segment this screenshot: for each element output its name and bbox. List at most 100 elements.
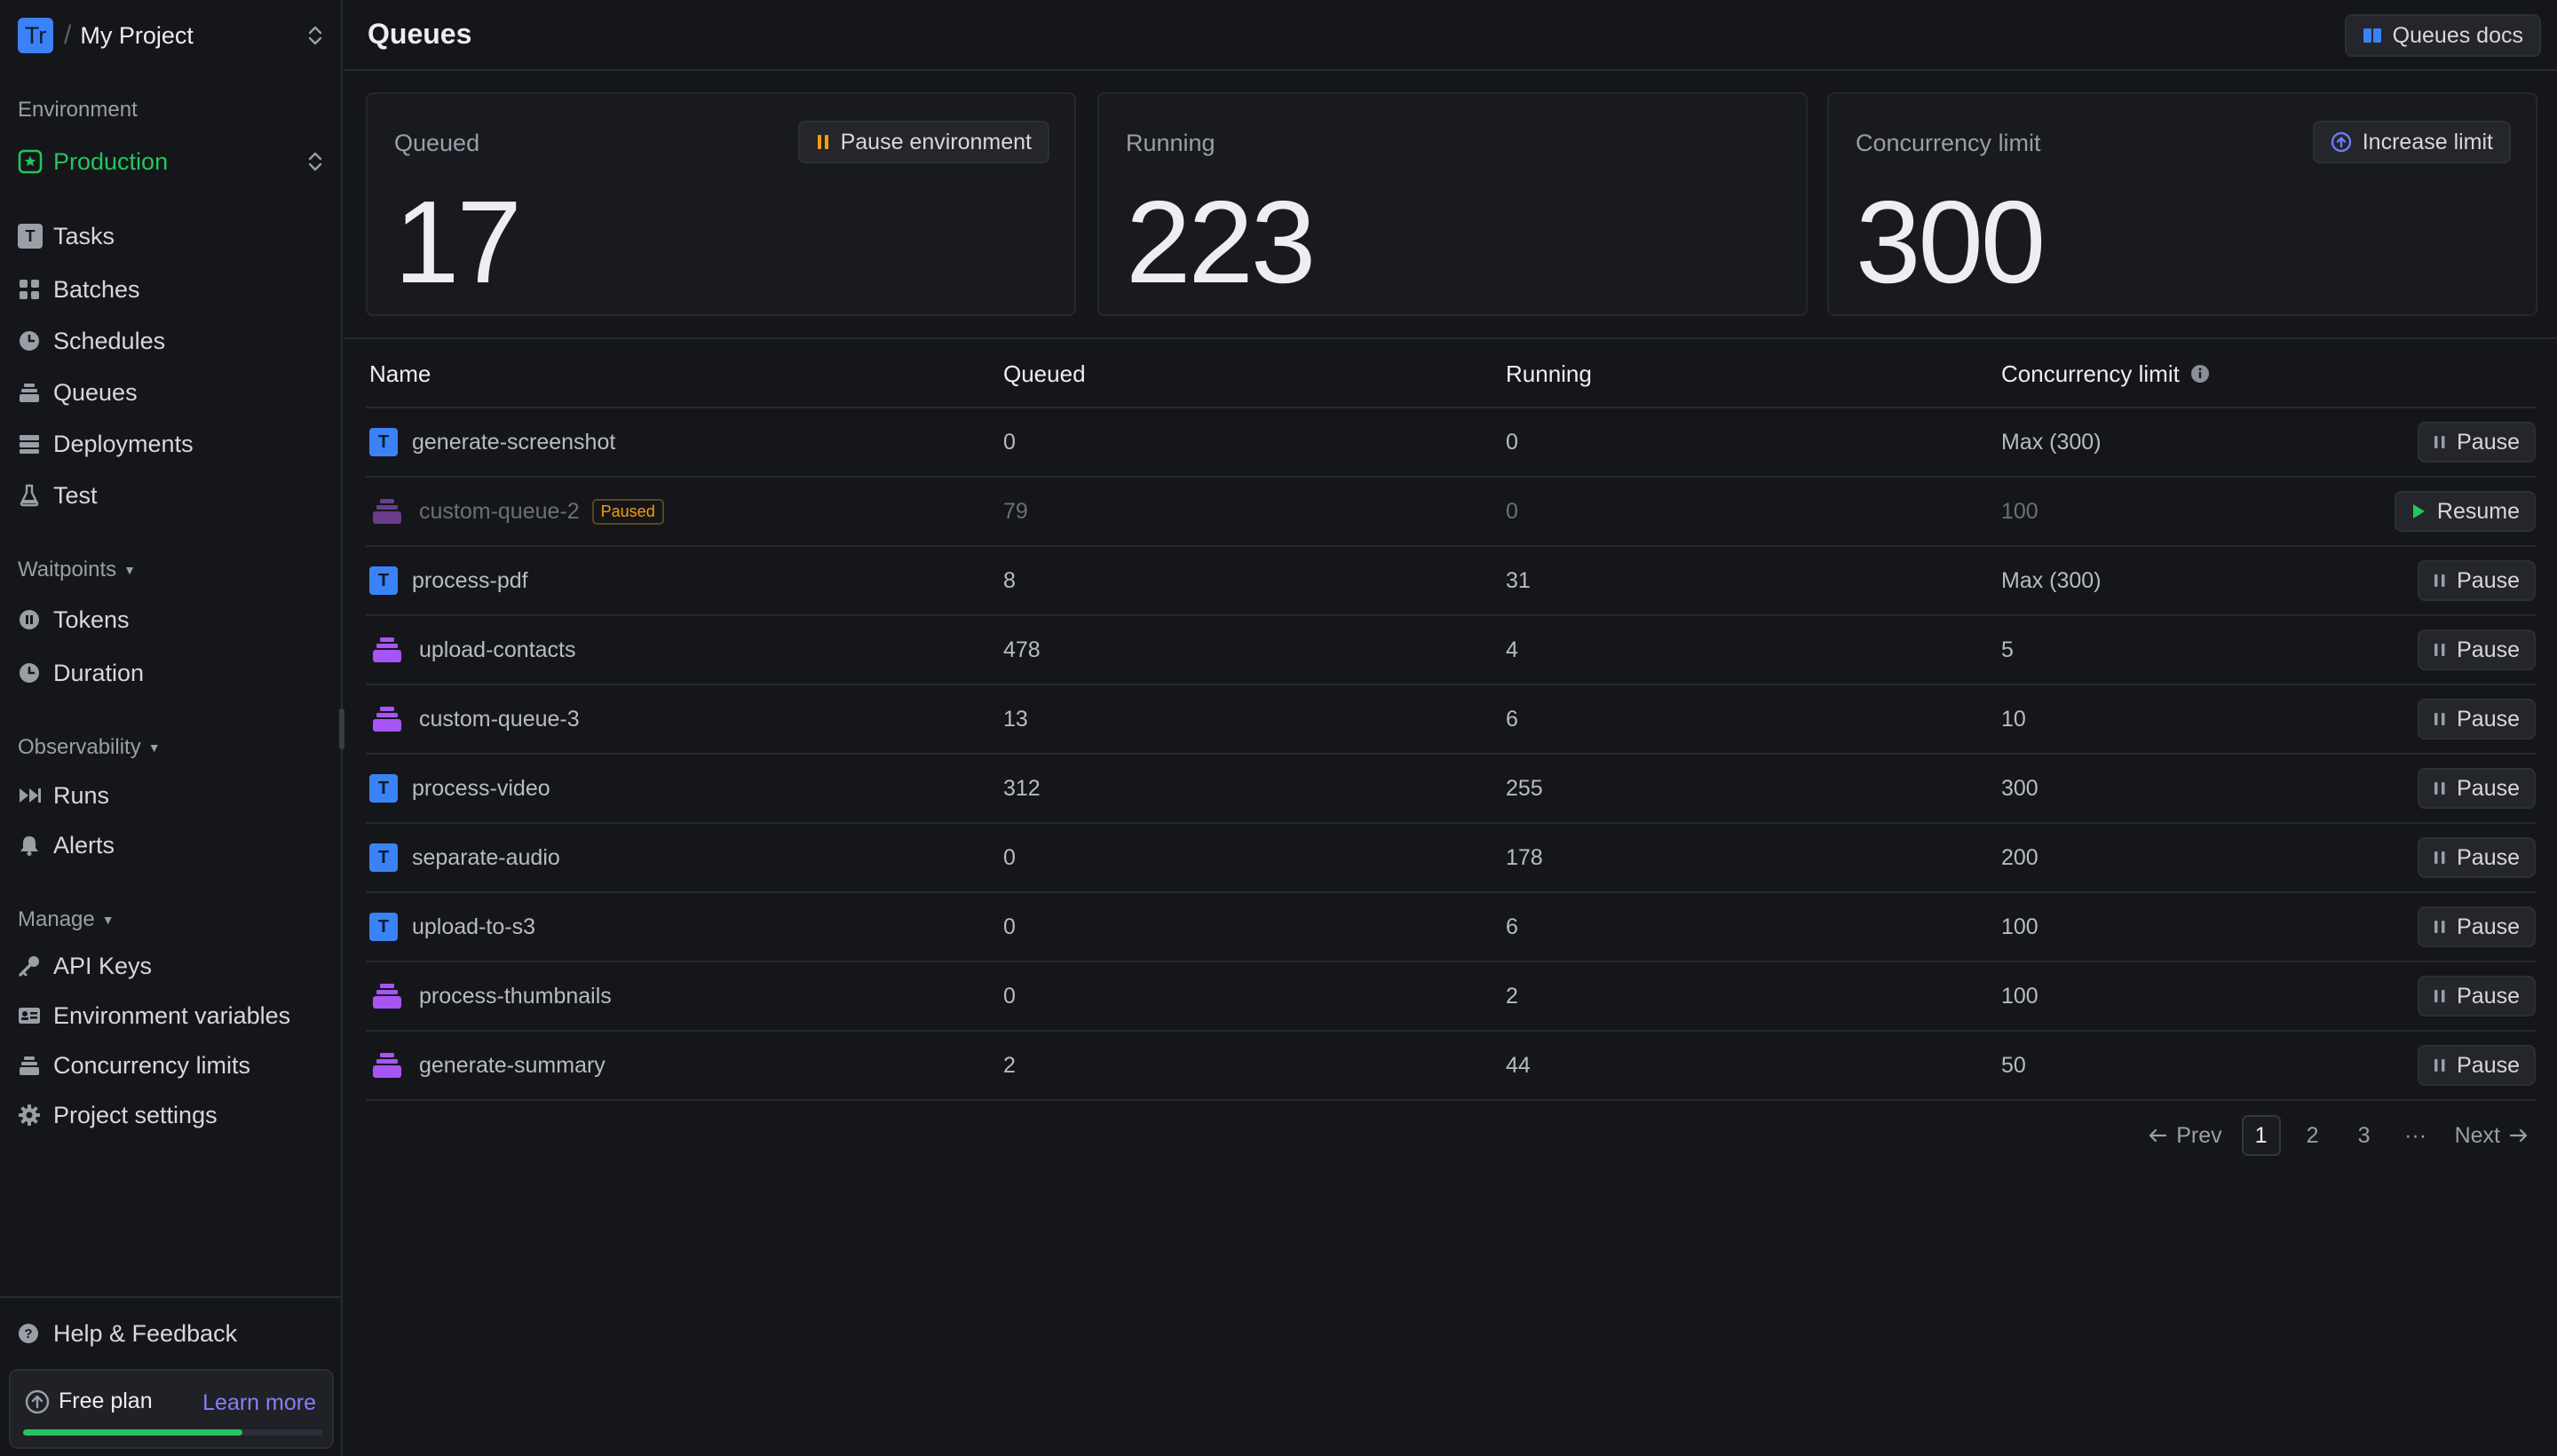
concurrency-limit-cell: Max (300) [2001,429,2102,455]
sidebar-item-deployments[interactable]: Deployments [18,424,325,463]
table-row[interactable]: Tupload-to-s3 0 6 100 Pause [366,893,2536,962]
resume-queue-button[interactable]: Resume [2394,491,2536,532]
increase-limit-button[interactable]: Increase limit [2312,121,2511,163]
sidebar-item-queues[interactable]: Queues [18,373,325,412]
queue-icon [369,982,405,1010]
queue-icon [18,381,46,404]
sidebar-item-label: Alerts [53,831,115,859]
project-selector[interactable]: Tr / My Project [18,18,325,53]
sidebar-item-environment-variables[interactable]: Environment variables [18,996,325,1035]
info-icon[interactable] [2190,364,2210,384]
sidebar-item-alerts[interactable]: Alerts [18,826,325,865]
table-row[interactable]: Tprocess-pdf 8 31 Max (300) Pause [366,547,2536,616]
server-icon [18,432,46,455]
pause-environment-button[interactable]: Pause environment [797,121,1049,163]
running-cell: 178 [1506,844,1543,870]
sidebar-item-tokens[interactable]: Tokens [18,600,325,639]
queue-icon [369,705,405,733]
table-row[interactable]: custom-queue-2 Paused 79 0 100 Resume [366,478,2536,547]
concurrency-limit-stat-card: Concurrency limit 300 Increase limit [1827,92,2537,316]
button-label: Pause [2457,844,2520,870]
concurrency-limit-cell: 100 [2001,983,2038,1009]
id-card-icon [18,1004,46,1027]
task-icon: T [369,428,398,456]
page-1-button[interactable]: 1 [2241,1115,2281,1156]
arrow-right-icon [2509,1128,2529,1143]
stat-value: 223 [1126,177,1316,307]
table-row[interactable]: process-thumbnails 0 2 100 Pause [366,962,2536,1032]
pause-icon [2434,779,2446,797]
sidebar: Tr / My Project Environment Production T… [0,0,344,1456]
column-header-running[interactable]: Running [1506,360,2001,388]
button-label: Pause [2457,429,2520,455]
pause-queue-button[interactable]: Pause [2418,976,2536,1017]
environment-selector[interactable]: Production [18,144,325,179]
pause-queue-button[interactable]: Pause [2418,560,2536,601]
column-header-concurrency-limit[interactable]: Concurrency limit [2001,360,2356,388]
sidebar-item-label: Tokens [53,605,130,633]
queue-name: process-pdf [412,567,528,593]
column-header-queued[interactable]: Queued [1003,360,1506,388]
plan-card: Free plan Learn more [9,1369,334,1449]
button-label: Pause [2457,983,2520,1009]
queues-docs-button[interactable]: Queues docs [2344,14,2541,57]
learn-more-link[interactable]: Learn more [202,1390,316,1416]
help-feedback-button[interactable]: ? Help & Feedback [18,1316,237,1351]
table-row[interactable]: upload-contacts 478 4 5 Pause [366,616,2536,685]
sidebar-item-api-keys[interactable]: API Keys [18,946,325,985]
pause-queue-button[interactable]: Pause [2418,906,2536,947]
next-page-button[interactable]: Next [2448,1123,2536,1149]
pause-queue-button[interactable]: Pause [2418,768,2536,809]
sidebar-resize-handle[interactable] [339,708,344,749]
sidebar-item-test[interactable]: Test [18,476,325,515]
queue-name: custom-queue-2 [419,498,580,524]
caret-down-icon: ▼ [147,740,161,755]
bell-icon [18,834,46,857]
task-icon: T [369,774,398,803]
observability-section-toggle[interactable]: Observability ▼ [18,735,161,760]
queue-name: upload-contacts [419,637,576,662]
pause-queue-button[interactable]: Pause [2418,1045,2536,1086]
manage-section-toggle[interactable]: Manage ▼ [18,907,115,932]
sidebar-item-batches[interactable]: Batches [18,270,325,309]
prev-page-button[interactable]: Prev [2141,1123,2228,1149]
pause-queue-button[interactable]: Pause [2418,629,2536,670]
sidebar-item-concurrency-limits[interactable]: Concurrency limits [18,1046,325,1085]
page-2-button[interactable]: 2 [2293,1115,2332,1156]
waitpoints-section-toggle[interactable]: Waitpoints ▼ [18,558,136,582]
page-3-button[interactable]: 3 [2345,1115,2384,1156]
table-row[interactable]: generate-summary 2 44 50 Pause [366,1032,2536,1101]
pause-queue-button[interactable]: Pause [2418,837,2536,878]
key-icon [18,954,46,977]
running-cell: 6 [1506,706,1518,732]
sidebar-item-duration[interactable]: Duration [18,653,325,692]
task-icon: T [369,566,398,595]
stat-value: 17 [394,177,522,307]
task-icon: T [369,913,398,941]
task-icon: T [369,843,398,872]
column-header-name[interactable]: Name [366,360,1003,388]
pause-icon [2434,1056,2446,1074]
sidebar-item-schedules[interactable]: Schedules [18,321,325,360]
concurrency-limit-cell: 5 [2001,637,2014,662]
pause-queue-button[interactable]: Pause [2418,699,2536,740]
sidebar-item-label: Deployments [53,430,194,457]
running-cell: 255 [1506,775,1543,801]
stat-label: Running [1126,130,1215,156]
table-row[interactable]: Tgenerate-screenshot 0 0 Max (300) Pause [366,408,2536,478]
concurrency-limit-cell: 10 [2001,706,2026,732]
sidebar-item-project-settings[interactable]: Project settings [18,1096,325,1135]
table-row[interactable]: Tprocess-video 312 255 300 Pause [366,755,2536,824]
queued-cell: 478 [1003,637,1041,662]
pause-queue-button[interactable]: Pause [2418,422,2536,463]
divider [0,1296,343,1298]
queued-cell: 0 [1003,429,1016,455]
running-cell: 44 [1506,1052,1531,1078]
project-logo: Tr [18,18,53,53]
button-label: Increase limit [2362,129,2493,154]
queue-name-cell: custom-queue-2 Paused [366,497,1003,526]
table-row[interactable]: Tseparate-audio 0 178 200 Pause [366,824,2536,893]
table-row[interactable]: custom-queue-3 13 6 10 Pause [366,685,2536,755]
sidebar-item-runs[interactable]: Runs [18,776,325,815]
sidebar-item-tasks[interactable]: T Tasks [18,217,325,256]
